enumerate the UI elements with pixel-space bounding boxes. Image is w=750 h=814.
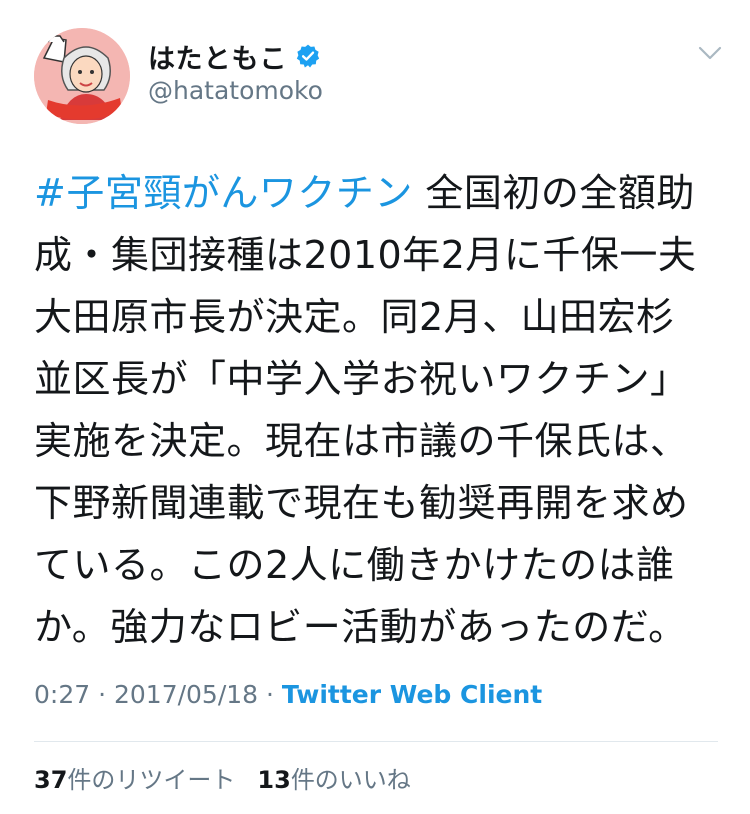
retweets-label: 件のリツイート — [67, 766, 236, 794]
tweet-date[interactable]: 2017/05/18 — [114, 680, 258, 709]
tweet-time[interactable]: 0:27 — [34, 680, 90, 709]
avatar[interactable] — [34, 28, 130, 124]
tweet-meta: 0:27 · 2017/05/18 · Twitter Web Client — [34, 680, 542, 709]
tweet-stats: 37件のリツイート 13件のいいね — [34, 760, 411, 795]
tweet-text: #子宮頸がんワクチン 全国初の全額助 成・集団接種は2010年2月に千保一夫 大… — [34, 162, 724, 658]
tweet-line: ている。この2人に働きかけたのは誰 — [34, 543, 675, 587]
tweet-line: 成・集団接種は2010年2月に千保一夫 — [34, 233, 697, 277]
client-link[interactable]: Twitter Web Client — [282, 680, 542, 709]
meta-separator: · — [90, 680, 114, 709]
name-row: はたともこ — [148, 36, 321, 76]
display-name[interactable]: はたともこ — [148, 37, 287, 76]
tweet-line-text: 全国初の全額助 — [412, 171, 695, 215]
tweet-line: #子宮頸がんワクチン 全国初の全額助 — [34, 162, 724, 224]
likes-label: 件のいいね — [290, 766, 411, 794]
user-handle[interactable]: @hatatomoko — [148, 76, 323, 105]
avatar-illustration — [34, 28, 130, 124]
tweet-line: 大田原市長が決定。同2月、山田宏杉 — [34, 295, 675, 339]
retweets-stat[interactable]: 37件のリツイート — [34, 766, 235, 794]
tweet-card: はたともこ @hatatomoko #子宮頸がんワクチン 全国初の全額助 成・集… — [0, 0, 750, 814]
tweet-line: か。強力なロビー活動があったのだ。 — [34, 605, 687, 649]
chevron-down-icon[interactable] — [697, 44, 723, 62]
likes-stat[interactable]: 13件のいいね — [257, 766, 410, 794]
hashtag-link[interactable]: #子宮頸がんワクチン — [34, 171, 413, 215]
verified-badge-icon — [297, 44, 320, 68]
tweet-line: 実施を決定。現在は市議の千保氏は、 — [34, 419, 689, 463]
meta-separator: · — [258, 680, 282, 709]
tweet-line: 並区長が「中学入学お祝いワクチン」 — [34, 357, 689, 401]
tweet-line: 下野新聞連載で現在も勧奨再開を求め — [34, 481, 689, 525]
divider — [34, 741, 718, 742]
likes-count: 13 — [257, 766, 291, 794]
retweets-count: 37 — [34, 766, 68, 794]
